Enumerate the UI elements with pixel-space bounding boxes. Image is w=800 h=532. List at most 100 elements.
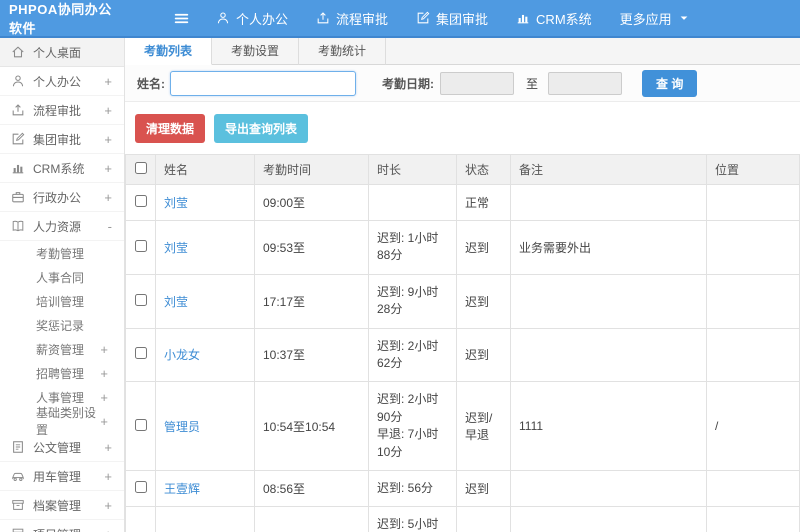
note-cell <box>510 327 707 383</box>
expand-toggle-icon[interactable]: + <box>104 161 124 176</box>
employee-name-link[interactable]: 管理员 <box>164 420 200 434</box>
sidebar-subitem-label: 考勤管理 <box>36 246 85 261</box>
sidebar-item-label: 用车管理 <box>33 469 82 484</box>
expand-toggle-icon[interactable]: + <box>104 469 124 484</box>
tab-考勤列表[interactable]: 考勤列表 <box>125 38 213 65</box>
expand-toggle-icon[interactable]: + <box>100 414 124 429</box>
name-cell: 小龙女 <box>155 327 255 383</box>
row-checkbox-cell <box>125 469 156 508</box>
sidebar-item-label: CRM系统 <box>33 161 85 176</box>
sidebar-submenu: 考勤管理 人事合同 培训管理 奖惩记录 薪资管理 + 招聘管理 + 人事管理 + 基础类别设置 + <box>0 241 124 438</box>
note-cell <box>510 469 707 508</box>
expand-toggle-icon[interactable]: + <box>104 74 124 89</box>
employee-name-link[interactable]: 刘莹 <box>164 196 188 210</box>
row-checkbox[interactable] <box>134 239 147 252</box>
main-content: 考勤列表 考勤设置 考勤统计 姓名: 考勤日期: 至 查 询 清理数据 导出查询列表 <box>125 38 800 532</box>
name-cell: 刘莹 <box>155 220 255 275</box>
select-all-checkbox[interactable] <box>134 162 147 174</box>
sidebar-item[interactable]: 档案管理 + <box>0 491 124 520</box>
sidebar-item[interactable]: 流程审批 + <box>0 96 124 125</box>
expand-toggle-icon[interactable]: + <box>100 342 124 357</box>
sidebar-subitem[interactable]: 薪资管理 + <box>0 337 124 361</box>
row-checkbox[interactable] <box>134 347 147 360</box>
name-cell: 管理员 <box>155 381 255 471</box>
sidebar-item[interactable]: 个人桌面 <box>0 38 124 67</box>
expand-toggle-icon[interactable]: + <box>100 390 124 405</box>
sidebar-item[interactable]: 行政办公 + <box>0 183 124 212</box>
table-header-row: 姓名 考勤时间 时长 状态 备注 位置 <box>125 154 800 185</box>
date-to-label: 至 <box>526 76 539 91</box>
note-cell <box>510 184 707 221</box>
employee-name-link[interactable]: 小龙女 <box>164 348 200 362</box>
date-from-input[interactable] <box>440 71 514 95</box>
header-nav-个人办公[interactable]: 个人办公 <box>216 9 288 28</box>
sidebar-item-label: 个人办公 <box>33 74 82 89</box>
employee-name-link[interactable]: 刘莹 <box>164 241 188 255</box>
row-checkbox[interactable] <box>134 418 147 431</box>
location-cell: / <box>706 381 800 471</box>
tab-考勤统计[interactable]: 考勤统计 <box>299 38 387 65</box>
date-to-input[interactable] <box>548 71 623 95</box>
sidebar-item[interactable]: 个人办公 + <box>0 67 124 96</box>
expand-toggle-icon[interactable]: + <box>104 132 124 147</box>
row-checkbox[interactable] <box>134 293 147 306</box>
status-cell: 迟到 <box>456 273 511 329</box>
clean-data-button[interactable]: 清理数据 <box>135 114 206 143</box>
employee-name-link[interactable]: 王壹辉 <box>164 482 200 496</box>
duration-cell: 迟到: 9小时28分 <box>368 273 457 329</box>
tab-考勤设置[interactable]: 考勤设置 <box>212 38 300 65</box>
row-checkbox-cell <box>125 381 156 471</box>
car-icon <box>11 469 25 483</box>
expand-toggle-icon[interactable]: + <box>104 103 124 118</box>
chart-icon <box>11 161 25 175</box>
expand-toggle-icon[interactable]: + <box>104 498 124 513</box>
sidebar-subitem[interactable]: 基础类别设置 + <box>0 406 124 437</box>
note-cell: 1111 <box>510 381 707 471</box>
sidebar-item-label: 行政办公 <box>33 190 82 205</box>
expand-toggle-icon[interactable]: + <box>104 190 124 205</box>
sidebar-item[interactable]: 人力资源 - <box>0 212 124 241</box>
sidebar-subitem[interactable]: 考勤管理 <box>0 241 124 265</box>
header-nav-更多应用[interactable]: 更多应用 <box>620 9 690 28</box>
time-cell: 09:00至 <box>254 184 369 221</box>
sidebar-subitem[interactable]: 招聘管理 + <box>0 361 124 385</box>
row-checkbox[interactable] <box>134 481 147 494</box>
expand-toggle-icon[interactable]: + <box>104 440 124 455</box>
time-cell: 10:37至 <box>254 327 369 383</box>
sidebar-subitem[interactable]: 培训管理 <box>0 289 124 313</box>
sidebar-item-label: 公文管理 <box>33 440 82 455</box>
expand-toggle-icon[interactable]: - <box>108 219 124 234</box>
query-button[interactable]: 查 询 <box>642 69 698 97</box>
duration-cell: 迟到: 56分 <box>368 469 457 508</box>
expand-toggle-icon[interactable]: + <box>100 366 124 381</box>
sidebar-item-label: 集团审批 <box>33 132 82 147</box>
name-cell: 刘莹 <box>155 273 255 329</box>
header-nav-流程审批[interactable]: 流程审批 <box>316 9 388 28</box>
header-nav-集团审批[interactable]: 集团审批 <box>416 9 488 28</box>
sidebar-item[interactable]: 集团审批 + <box>0 125 124 154</box>
location-cell <box>706 327 800 383</box>
employee-name-link[interactable]: 刘莹 <box>164 295 188 309</box>
date-label: 考勤日期: <box>382 76 434 91</box>
actions-bar: 清理数据 导出查询列表 <box>125 102 800 154</box>
process-icon <box>316 11 330 25</box>
name-input[interactable] <box>170 70 356 96</box>
sidebar-item[interactable]: 项目管理 + <box>0 520 124 532</box>
sidebar-subitem[interactable]: 奖惩记录 <box>0 313 124 337</box>
location-cell <box>706 220 800 275</box>
sidebar: 个人桌面 个人办公 + 流程审批 + 集团审批 + CRM系统 + 行政办公 + 人力资源 - 考勤管理人… <box>0 38 125 532</box>
export-list-button[interactable]: 导出查询列表 <box>214 114 309 143</box>
sidebar-item-label: 档案管理 <box>33 498 82 513</box>
table-row: 黄蓉13:20至13:20迟到: 5小时33分 早退: 4小时67分迟到/早退 / <box>125 506 800 532</box>
table-row: 刘莹 09:00至 正常 <box>125 184 800 221</box>
sidebar-item[interactable]: 用车管理 + <box>0 462 124 491</box>
row-checkbox[interactable] <box>134 195 147 207</box>
header-nav-CRM系统[interactable]: CRM系统 <box>516 9 592 28</box>
hamburger-menu-icon[interactable] <box>173 10 190 27</box>
tab-bar: 考勤列表 考勤设置 考勤统计 <box>125 38 800 65</box>
project-icon <box>11 527 25 532</box>
sidebar-item[interactable]: CRM系统 + <box>0 154 124 183</box>
sidebar-subitem[interactable]: 人事合同 <box>0 265 124 289</box>
expand-toggle-icon[interactable]: + <box>104 527 124 532</box>
duration-cell: 迟到: 2小时90分 早退: 7小时10分 <box>368 381 457 471</box>
